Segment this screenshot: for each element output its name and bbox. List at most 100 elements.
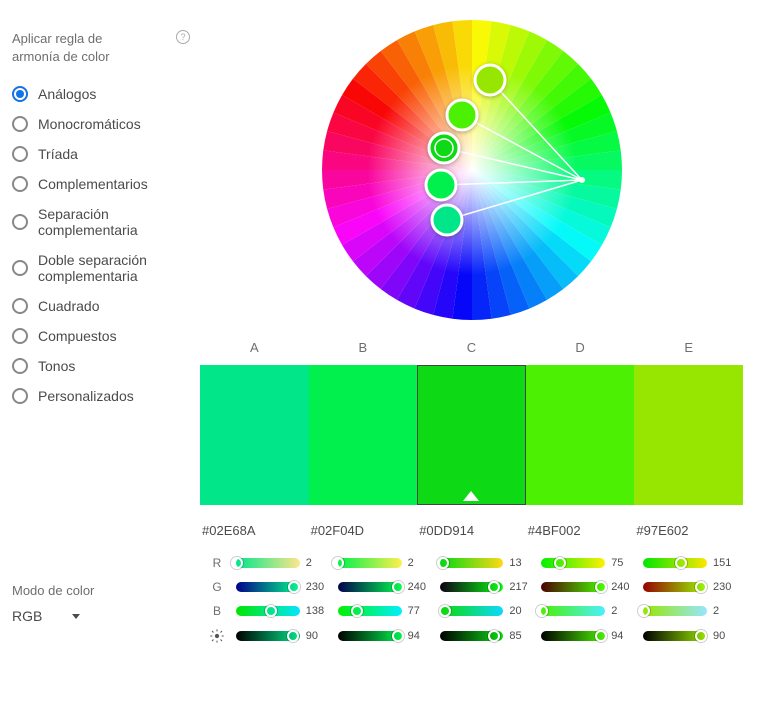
- harmony-rule-4[interactable]: Separación complementaria: [12, 206, 190, 238]
- slider-handle[interactable]: [675, 557, 687, 569]
- b-E-value[interactable]: 2: [713, 605, 737, 617]
- g-D-slider[interactable]: [541, 582, 605, 592]
- radio-icon: [12, 214, 28, 230]
- r-B-slider[interactable]: [338, 558, 402, 568]
- g-D-value[interactable]: 240: [611, 581, 635, 593]
- slider-handle[interactable]: [437, 557, 449, 569]
- hex-value-B[interactable]: #02F04D: [309, 523, 418, 538]
- b-A: 138: [234, 605, 336, 617]
- slider-handle[interactable]: [638, 605, 650, 617]
- b-B-slider[interactable]: [338, 606, 402, 616]
- g-C-value[interactable]: 217: [509, 581, 533, 593]
- slider-handle[interactable]: [231, 557, 243, 569]
- b-B-value[interactable]: 77: [408, 605, 432, 617]
- swatch-A[interactable]: [200, 365, 309, 505]
- slider-handle[interactable]: [351, 605, 363, 617]
- bright-E-value[interactable]: 90: [713, 630, 737, 642]
- swatch-B[interactable]: [309, 365, 418, 505]
- bright-C-slider[interactable]: [440, 631, 504, 641]
- harmony-rule-7[interactable]: Compuestos: [12, 328, 190, 344]
- slider-handle[interactable]: [392, 630, 404, 642]
- b-E-slider[interactable]: [643, 606, 707, 616]
- slider-handle[interactable]: [392, 581, 404, 593]
- harmony-rule-2[interactable]: Tríada: [12, 146, 190, 162]
- swatch-D[interactable]: [526, 365, 635, 505]
- hex-value-A[interactable]: #02E68A: [200, 523, 309, 538]
- bright-A-value[interactable]: 90: [306, 630, 330, 642]
- r-D-slider[interactable]: [541, 558, 605, 568]
- g-B-slider[interactable]: [338, 582, 402, 592]
- harmony-rule-list: Análogos Monocromáticos Tríada Complementar…: [12, 86, 190, 404]
- slider-handle[interactable]: [595, 630, 607, 642]
- bright-B-slider[interactable]: [338, 631, 402, 641]
- harmony-rule-9[interactable]: Personalizados: [12, 388, 190, 404]
- slider-handle[interactable]: [287, 630, 299, 642]
- slider-handle[interactable]: [288, 581, 300, 593]
- slider-handle[interactable]: [488, 581, 500, 593]
- harmony-rule-1[interactable]: Monocromáticos: [12, 116, 190, 132]
- r-D-value[interactable]: 75: [611, 557, 635, 569]
- slider-handle[interactable]: [332, 557, 344, 569]
- g-A: 230: [234, 581, 336, 593]
- main: ABCDE #02E68A#02F04D#0DD914#4BF002#97E60…: [200, 0, 763, 644]
- g-A-slider[interactable]: [236, 582, 300, 592]
- r-C-value[interactable]: 13: [509, 557, 533, 569]
- g-E-value[interactable]: 230: [713, 581, 737, 593]
- slider-handle[interactable]: [439, 605, 451, 617]
- slider-handle[interactable]: [265, 605, 277, 617]
- b-C-value[interactable]: 20: [509, 605, 533, 617]
- help-icon[interactable]: ?: [176, 30, 190, 44]
- radio-icon: [12, 388, 28, 404]
- b-D-slider[interactable]: [541, 606, 605, 616]
- swatch-E[interactable]: [634, 365, 743, 505]
- b-D-value[interactable]: 2: [611, 605, 635, 617]
- color-mode-select[interactable]: RGB: [12, 608, 80, 624]
- g-E-slider[interactable]: [643, 582, 707, 592]
- slider-handle[interactable]: [695, 630, 707, 642]
- r-B-value[interactable]: 2: [408, 557, 432, 569]
- harmony-rule-5[interactable]: Doble separación complementaria: [12, 252, 190, 284]
- r-E-slider[interactable]: [643, 558, 707, 568]
- bright-B-value[interactable]: 94: [408, 630, 432, 642]
- bright-B: 94: [336, 630, 438, 642]
- slider-handle[interactable]: [695, 581, 707, 593]
- bright-E-slider[interactable]: [643, 631, 707, 641]
- wheel-handle-1[interactable]: [426, 170, 456, 200]
- bright-C-value[interactable]: 85: [509, 630, 533, 642]
- color-mode-label: Modo de color: [12, 583, 190, 598]
- harmony-rule-3[interactable]: Complementarios: [12, 176, 190, 192]
- b-A-value[interactable]: 138: [306, 605, 330, 617]
- slider-handle[interactable]: [488, 630, 500, 642]
- slider-handle[interactable]: [536, 605, 548, 617]
- harmony-rule-6[interactable]: Cuadrado: [12, 298, 190, 314]
- swatch-row: [200, 365, 743, 505]
- hex-value-E[interactable]: #97E602: [634, 523, 743, 538]
- swatch-C[interactable]: [417, 365, 526, 505]
- wheel-handle-2[interactable]: [429, 133, 459, 163]
- g-A-value[interactable]: 230: [306, 581, 330, 593]
- hex-value-C[interactable]: #0DD914: [417, 523, 526, 538]
- wheel-handle-4[interactable]: [475, 65, 505, 95]
- r-A-value[interactable]: 2: [306, 557, 330, 569]
- bright-A-slider[interactable]: [236, 631, 300, 641]
- g-C-slider[interactable]: [440, 582, 504, 592]
- slider-handle[interactable]: [595, 581, 607, 593]
- wheel-handle-0[interactable]: [432, 205, 462, 235]
- hex-value-D[interactable]: #4BF002: [526, 523, 635, 538]
- r-E-value[interactable]: 151: [713, 557, 737, 569]
- slider-handle[interactable]: [554, 557, 566, 569]
- harmony-rule-0[interactable]: Análogos: [12, 86, 190, 102]
- bright-D-value[interactable]: 94: [611, 630, 635, 642]
- r-A-slider[interactable]: [236, 558, 300, 568]
- b-A-slider[interactable]: [236, 606, 300, 616]
- bright-D-slider[interactable]: [541, 631, 605, 641]
- r-C-slider[interactable]: [440, 558, 504, 568]
- g-B-value[interactable]: 240: [408, 581, 432, 593]
- r-D: 75: [539, 557, 641, 569]
- b-C-slider[interactable]: [440, 606, 504, 616]
- harmony-rule-8[interactable]: Tonos: [12, 358, 190, 374]
- channel-grid: R221375151G230240217240230B1387720229094…: [200, 556, 743, 644]
- wheel-handle-3[interactable]: [447, 100, 477, 130]
- b-D: 2: [539, 605, 641, 617]
- color-wheel[interactable]: [322, 20, 622, 320]
